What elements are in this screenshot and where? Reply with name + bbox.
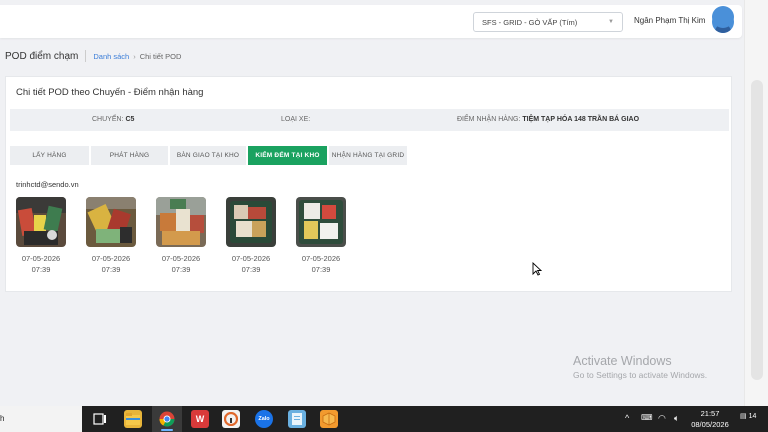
task-view-icon[interactable] [91,410,109,428]
photo-date: 07-05-2026 [91,254,131,263]
tab-pickup[interactable]: LẤY HÀNG [10,146,89,165]
pickup-point-info: ĐIỂM NHẬN HÀNG: TIỆM TẠP HÓA 148 TRẦN BÁ… [457,116,639,123]
photo-date: 07-05-2026 [161,254,201,263]
cp-app-icon[interactable] [222,410,240,428]
pod-photo-4[interactable] [226,197,276,247]
pod-photo-5-image [296,197,346,247]
pod-detail-card: Chi tiết POD theo Chuyến - Điểm nhận hàn… [5,76,732,292]
uploader-email: trinhctd@sendo.vn [16,180,79,189]
file-explorer-icon[interactable] [124,410,142,428]
clock-time: 21:57 [700,409,720,418]
tab-warehouse-handover[interactable]: BÀN GIAO TẠI KHO [170,146,246,165]
breadcrumb-link-list[interactable]: Danh sách [93,52,129,61]
pod-photo-2-timestamp: 07-05-2026 07:39 [86,253,136,275]
breadcrumb-separator: › [133,51,136,61]
trip-label: CHUYẾN: [92,116,124,123]
trip-info: CHUYẾN: C5 [92,116,134,123]
search-text: h [0,414,5,423]
photo-time: 07:39 [241,265,261,274]
breadcrumb: POD điểm chạm Danh sách › Chi tiết POD [5,50,181,62]
pod-photo-5[interactable] [296,197,346,247]
windows-taskbar: h W Zalo ^ ⌨ ◠ 🔈︎ 21:57 08/05/2026 ▤ 14 [0,406,768,432]
photo-time: 07:39 [31,265,51,274]
tab-grid-receive[interactable]: NHẬN HÀNG TẠI GRID [329,146,407,165]
vehicle-label: LOẠI XE: [281,116,311,123]
scrollbar-thumb[interactable] [751,80,763,380]
trip-value: C5 [125,116,135,123]
pod-photo-5-timestamp: 07-05-2026 07:39 [296,253,346,275]
photo-time: 07:39 [311,265,331,274]
pod-photo-3-image [156,197,206,247]
photo-date: 07-05-2026 [21,254,61,263]
mouse-cursor-icon [532,262,542,276]
watermark-subtitle: Go to Settings to activate Windows. [573,370,708,380]
app-window: SFS - GRID - GÒ VẤP (Tím) ▼ Ngân Phạm Th… [0,0,768,406]
pickup-point-value: TIỆM TẠP HÓA 148 TRẦN BÁ GIAO [522,116,640,123]
wps-icon[interactable]: W [191,410,209,428]
pod-tabs: LẤY HÀNG PHÁT HÀNG BÀN GIAO TẠI KHO KIỂM… [10,146,407,165]
clock-date: 08/05/2026 [691,420,729,429]
taskbar-search-area[interactable]: h [0,406,82,432]
pod-photo-2[interactable] [86,197,136,247]
photo-time: 07:39 [101,265,121,274]
pod-photo-4-image [226,197,276,247]
pod-photo-4-timestamp: 07-05-2026 07:39 [226,253,276,275]
page-scrollbar[interactable] [744,0,768,406]
page-title: POD điểm chạm [5,50,79,62]
pod-photo-2-image [86,197,136,247]
chevron-down-icon: ▼ [608,19,614,25]
pod-photo-1[interactable] [16,197,66,247]
notepad-icon[interactable] [288,410,306,428]
photo-date: 07-05-2026 [301,254,341,263]
pickup-point-label: ĐIỂM NHẬN HÀNG: [457,116,521,123]
tab-delivery[interactable]: PHÁT HÀNG [91,146,168,165]
notification-count: 14 [748,413,757,420]
box-app-icon[interactable] [320,410,338,428]
photo-date: 07-05-2026 [231,254,271,263]
tab-warehouse-count[interactable]: KIỂM ĐẾM TẠI KHO [248,146,327,165]
chrome-icon[interactable] [158,410,176,428]
card-title: Chi tiết POD theo Chuyến - Điểm nhận hàn… [16,87,204,98]
warehouse-select[interactable]: SFS - GRID - GÒ VẤP (Tím) ▼ [473,12,623,32]
notification-center[interactable]: ▤ 14 [740,412,756,420]
taskbar-clock[interactable]: 21:57 08/05/2026 [688,408,732,430]
vehicle-info: LOẠI XE: [281,116,310,123]
wifi-icon[interactable]: ◠ [658,413,666,424]
zalo-icon[interactable]: Zalo [255,410,273,428]
breadcrumb-current: Chi tiết POD [139,51,182,61]
volume-icon[interactable]: 🔈︎ [674,413,679,424]
pod-photo-1-timestamp: 07-05-2026 07:39 [16,253,66,275]
activate-windows-watermark: Activate Windows Go to Settings to activ… [573,354,707,380]
chevron-up-icon[interactable]: ^ [625,413,629,423]
keyboard-language-icon[interactable]: ⌨ [641,413,653,422]
top-header: SFS - GRID - GÒ VẤP (Tím) ▼ Ngân Phạm Th… [0,5,742,38]
trip-info-bar: CHUYẾN: C5 LOẠI XE: ĐIỂM NHẬN HÀNG: TIỆM… [10,109,729,131]
pod-photo-3-timestamp: 07-05-2026 07:39 [156,253,206,275]
pod-photo-1-image [16,197,66,247]
pod-photo-3[interactable] [156,197,206,247]
online-status-dot [712,6,734,28]
watermark-title: Activate Windows [573,354,672,368]
notification-icon: ▤ [740,413,747,420]
user-name[interactable]: Ngân Phạm Thị Kim [634,16,705,25]
photo-time: 07:39 [171,265,191,274]
breadcrumb-divider [85,50,87,62]
warehouse-select-value: SFS - GRID - GÒ VẤP (Tím) [482,17,578,27]
